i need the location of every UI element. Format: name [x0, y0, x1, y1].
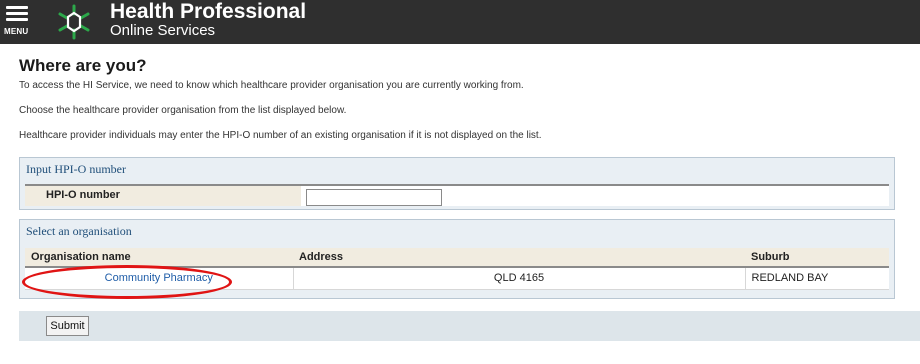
- organisation-name-cell: Community Pharmacy: [25, 267, 294, 290]
- organisation-select-section: Select an organisation Organisation name…: [19, 219, 895, 299]
- menu-label: MENU: [4, 27, 29, 36]
- suburb-cell: REDLAND BAY: [745, 267, 889, 290]
- brand-subtitle: Online Services: [110, 22, 216, 39]
- organisation-table: Organisation name Address Suburb Communi…: [25, 248, 889, 290]
- hpio-note-paragraph: Healthcare provider individuals may ente…: [19, 130, 542, 141]
- hpio-row: HPI-O number: [25, 184, 889, 206]
- submit-bar: Submit: [19, 311, 920, 341]
- column-header-suburb: Suburb: [745, 248, 889, 268]
- intro-paragraph: To access the HI Service, we need to kno…: [19, 80, 524, 91]
- menu-button[interactable]: MENU: [4, 4, 40, 40]
- instruction-paragraph: Choose the healthcare provider organisat…: [19, 105, 347, 116]
- hpio-field-label: HPI-O number: [25, 186, 301, 206]
- hpio-number-input[interactable]: [306, 189, 442, 206]
- table-header-row: Organisation name Address Suburb: [25, 248, 889, 268]
- address-cell: QLD 4165: [293, 267, 746, 290]
- top-navigation-bar: MENU Health Professional Online Services: [0, 0, 920, 44]
- brand-title: Health Professional: [110, 0, 307, 23]
- submit-button[interactable]: Submit: [46, 316, 89, 336]
- hpio-section-title: Input HPI-O number: [26, 162, 126, 176]
- table-row: Community Pharmacy QLD 4165 REDLAND BAY: [25, 267, 889, 290]
- column-header-address: Address: [293, 248, 745, 268]
- organisation-section-title: Select an organisation: [26, 224, 132, 238]
- organisation-link-community-pharmacy[interactable]: Community Pharmacy: [105, 272, 213, 284]
- column-header-organisation-name: Organisation name: [25, 248, 293, 268]
- hpio-input-section: Input HPI-O number HPI-O number: [19, 157, 895, 210]
- page-title: Where are you?: [19, 56, 147, 75]
- hpos-star-logo-icon: [58, 4, 90, 40]
